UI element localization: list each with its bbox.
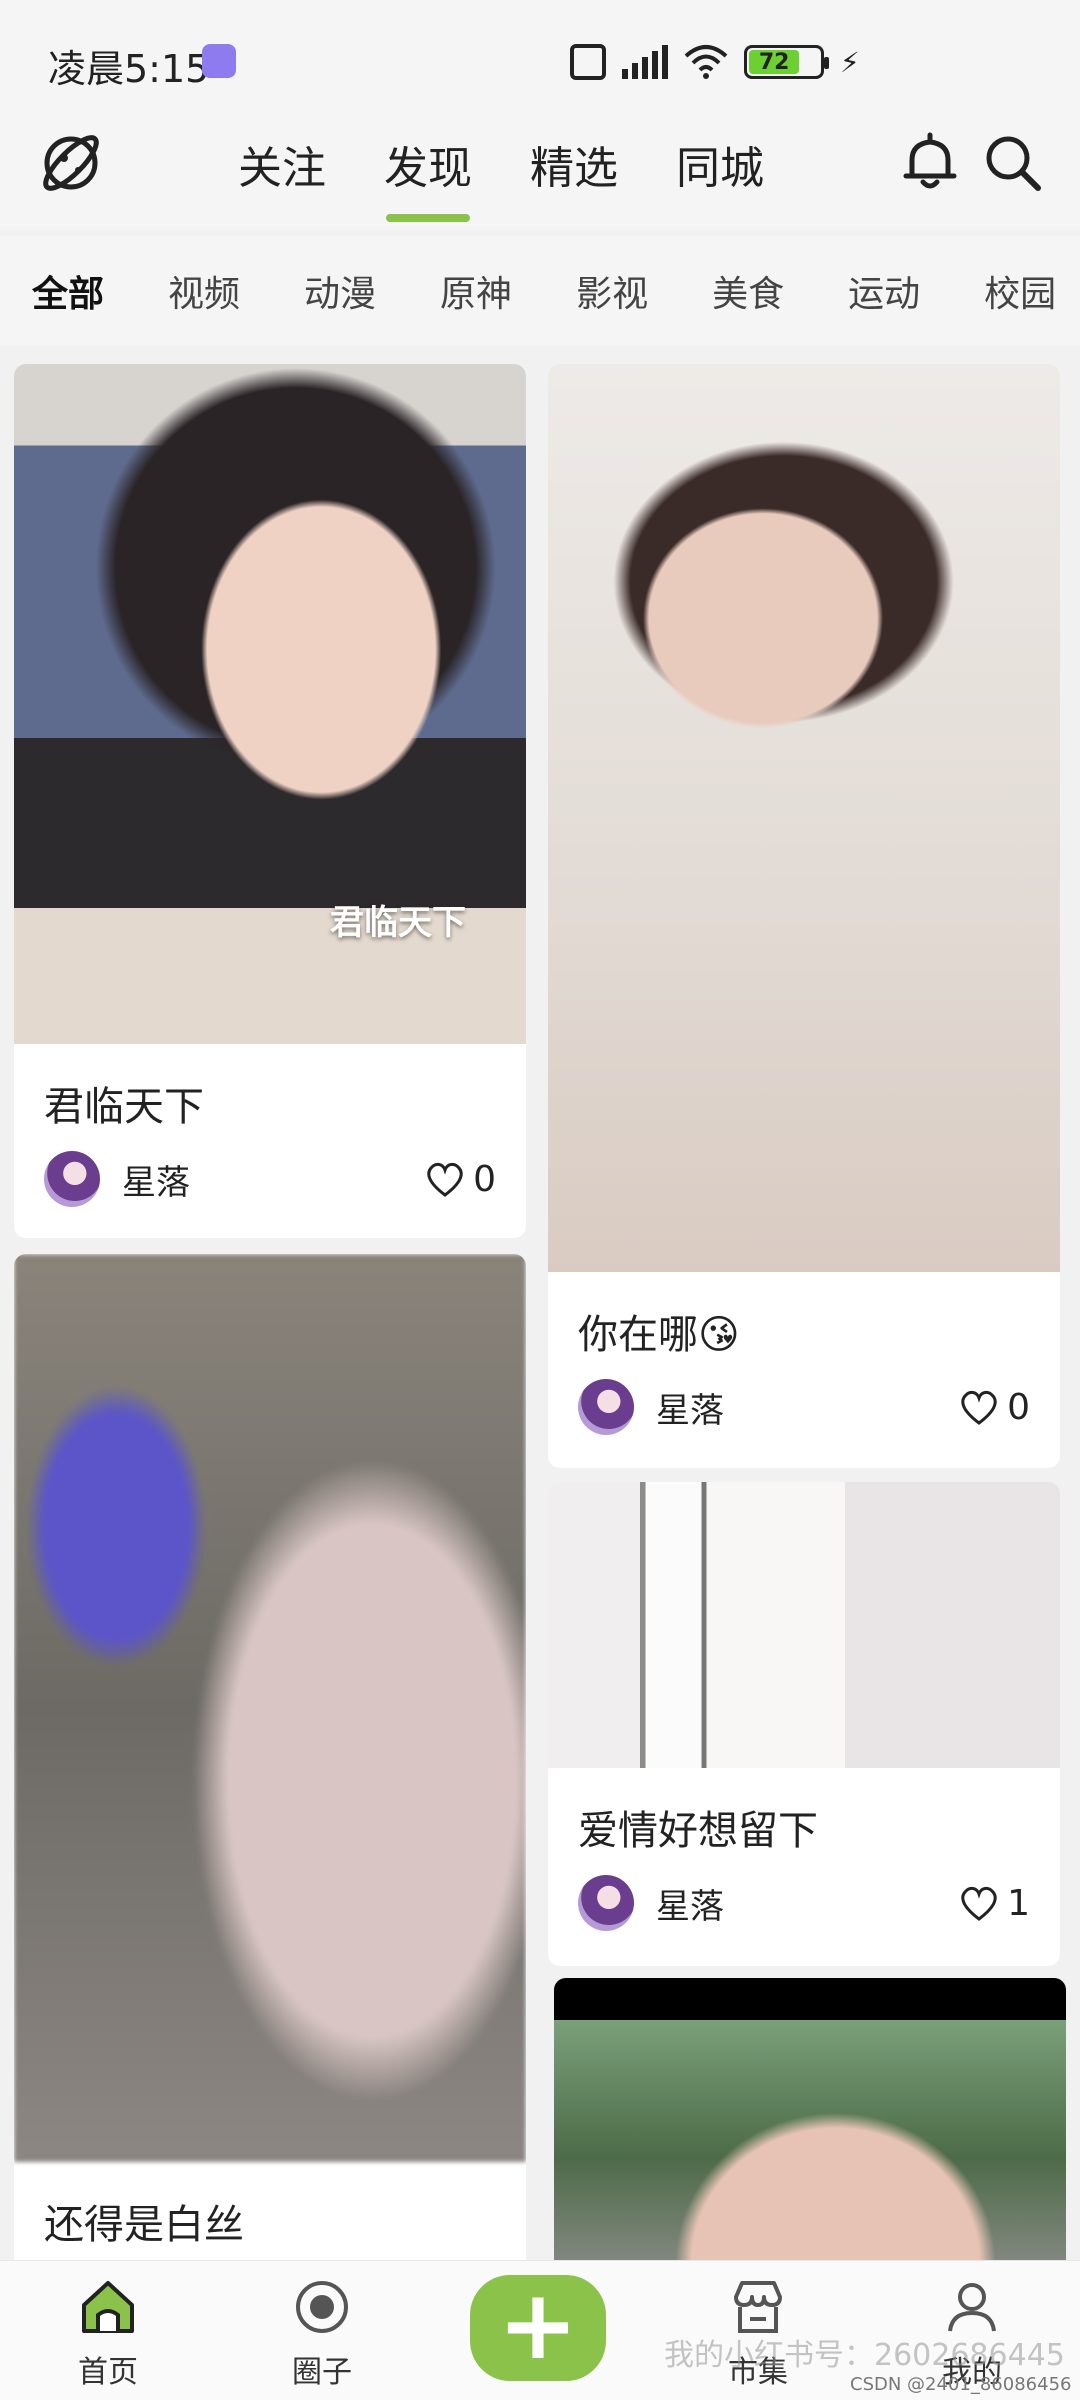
search-icon[interactable] [980, 130, 1044, 194]
tab-discover[interactable]: 发现 [384, 132, 472, 196]
author-name[interactable]: 星落 [656, 1879, 957, 1928]
nav-tabs: 关注 发现 精选 同城 [238, 132, 764, 196]
signal-icon [622, 45, 668, 79]
wifi-icon [684, 45, 728, 79]
category-anime[interactable]: 动漫 [304, 265, 376, 317]
like-count: 1 [1007, 1882, 1030, 1924]
avatar[interactable] [578, 1379, 634, 1435]
card-title: 还得是白丝 [44, 2202, 244, 2248]
card-footer: 星落 0 [548, 1360, 1060, 1440]
card-title: 你在哪😘 [578, 1312, 740, 1358]
bell-icon[interactable] [898, 130, 962, 194]
battery-icon: 72 [744, 45, 829, 79]
nav-home-label: 首页 [78, 2355, 138, 2390]
category-film[interactable]: 影视 [576, 265, 648, 317]
heart-icon [961, 1886, 997, 1921]
category-bar: 全部 视频 动漫 原神 影视 美食 运动 校园 [0, 236, 1080, 346]
nav-circle[interactable]: 圈子 [252, 2275, 392, 2391]
like-button[interactable]: 0 [423, 1157, 496, 1201]
card-title: 君临天下 [44, 1084, 204, 1130]
heart-icon [961, 1390, 997, 1425]
charging-icon: ⚡ [840, 45, 860, 79]
planet-logo-icon[interactable] [36, 128, 106, 198]
like-button[interactable]: 1 [957, 1881, 1030, 1925]
card-footer: 星落 0 [14, 1132, 526, 1212]
tab-local[interactable]: 同城 [676, 132, 764, 196]
card-footer: 星落 1 [548, 1856, 1060, 1936]
author-name[interactable]: 星落 [122, 1155, 423, 1204]
circle-icon [296, 2281, 348, 2333]
app-notification-icon [202, 44, 236, 78]
category-food[interactable]: 美食 [712, 265, 784, 317]
feed-card[interactable]: 君临天下 君临天下 星落 0 [14, 364, 526, 1238]
like-count: 0 [1007, 1386, 1030, 1428]
status-time: 凌晨5:15 [48, 47, 210, 91]
feed-card[interactable]: 还得是白丝 [14, 1254, 526, 2260]
plus-icon: + [497, 2269, 579, 2381]
status-indicators: 72 ⚡ [570, 40, 860, 84]
home-icon [82, 2281, 134, 2333]
feed-card[interactable] [554, 1978, 1066, 2260]
publish-button[interactable]: + [470, 2275, 606, 2381]
like-button[interactable]: 0 [957, 1385, 1030, 1429]
card-cover-image[interactable]: 君临天下 [14, 364, 526, 1044]
nfc-icon [570, 44, 606, 80]
category-campus[interactable]: 校园 [984, 265, 1056, 317]
nav-home[interactable]: 首页 [38, 2275, 178, 2391]
cover-caption: 君临天下 [330, 903, 466, 943]
heart-icon [427, 1162, 463, 1197]
nav-circle-label: 圈子 [292, 2355, 352, 2390]
feed-card[interactable]: 爱情好想留下 星落 1 [548, 1482, 1060, 1966]
card-cover-image[interactable] [548, 364, 1060, 1272]
card-title: 爱情好想留下 [578, 1808, 818, 1854]
category-video[interactable]: 视频 [168, 265, 240, 317]
battery-level: 72 [749, 50, 800, 75]
tab-follow[interactable]: 关注 [238, 132, 326, 196]
tab-featured[interactable]: 精选 [530, 132, 618, 196]
avatar[interactable] [44, 1151, 100, 1207]
avatar[interactable] [578, 1875, 634, 1931]
credit: CSDN @2401_86086456 [850, 2374, 1072, 2395]
card-cover-image[interactable] [14, 1254, 526, 2162]
author-name[interactable]: 星落 [656, 1383, 957, 1432]
category-all[interactable]: 全部 [32, 265, 104, 317]
watermark: 我的小红书号：2602686445 [664, 2338, 1065, 2373]
card-cover-image[interactable] [554, 1978, 1066, 2260]
top-nav: 关注 发现 精选 同城 [0, 120, 1080, 230]
card-cover-image[interactable] [548, 1482, 1060, 1768]
feed-card[interactable]: 你在哪😘 星落 0 [548, 364, 1060, 1468]
category-sports[interactable]: 运动 [848, 265, 920, 317]
like-count: 0 [473, 1158, 496, 1200]
category-genshin[interactable]: 原神 [440, 265, 512, 317]
feed-grid: 君临天下 君临天下 星落 0 你在哪😘 星落 0 还得是白丝 爱情好想留下 星落… [0, 346, 1080, 2260]
status-bar: 凌晨5:15 72 ⚡ [0, 0, 1080, 120]
